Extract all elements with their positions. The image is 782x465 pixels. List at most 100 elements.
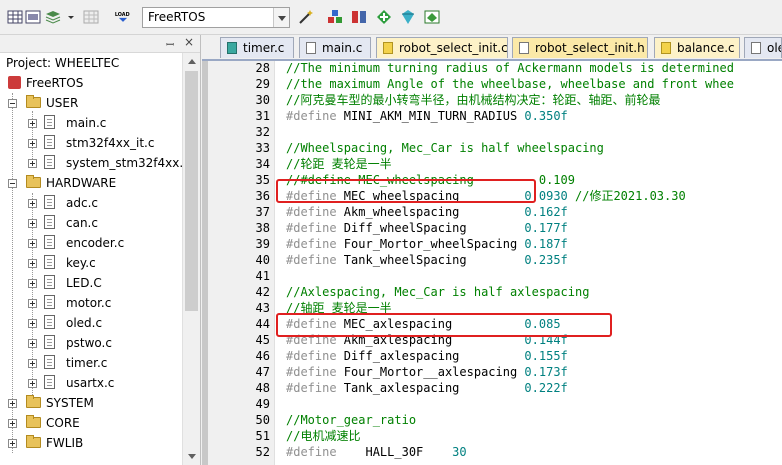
line-number: 50 — [255, 413, 270, 427]
tree-file[interactable]: adc.c — [0, 193, 180, 213]
tree-file[interactable]: can.c — [0, 213, 180, 233]
code-token: #define — [286, 109, 337, 123]
load-button[interactable]: LOAD — [114, 8, 136, 26]
code-line: //Motor_gear_ratio — [286, 412, 416, 428]
tree-file[interactable]: system_stm32f4xx.c — [0, 153, 182, 173]
window-icon[interactable] — [24, 8, 42, 26]
expand-icon[interactable] — [28, 319, 37, 328]
project-scrollbar[interactable] — [182, 53, 200, 465]
tab-robot-select-init-h[interactable]: robot_select_init.h — [512, 37, 648, 58]
code-token: //Motor_gear_ratio — [286, 413, 417, 427]
code-token: #define — [286, 221, 337, 235]
scrollbar-thumb[interactable] — [185, 71, 198, 311]
tree-file[interactable]: key.c — [0, 253, 180, 273]
tree-file[interactable]: oled.c — [0, 313, 180, 333]
target-select-value: FreeRTOS — [148, 10, 206, 24]
line-number: 43 — [255, 301, 270, 315]
line-number: 41 — [255, 269, 270, 283]
expand-icon[interactable] — [8, 399, 17, 408]
options-icon[interactable] — [423, 8, 441, 26]
code-line: #define Four_Mortor__axlespacing 0.173f — [286, 364, 568, 380]
green-diamond-icon[interactable] — [375, 8, 393, 26]
scroll-up-arrow[interactable] — [183, 53, 200, 70]
tree-file[interactable]: LED.C — [0, 273, 180, 293]
code-line: #define Tank_axlespacing 0.222f — [286, 380, 568, 396]
tree-file[interactable]: stm32f4xx_it.c — [0, 133, 180, 153]
c-file-icon — [227, 42, 237, 54]
file-icon — [44, 155, 55, 169]
expand-icon[interactable] — [28, 239, 37, 248]
code-editor[interactable]: 28 29 30 31 32 33 34 35 36 37 38 39 40 41 42 43 44 45 46 47… — [202, 61, 782, 465]
collapse-icon[interactable] — [8, 179, 17, 188]
code-token: //Axlespacing, Mec_Car is half axlespaci… — [286, 285, 590, 299]
chevron-down-icon[interactable] — [273, 8, 289, 27]
code-token: #define — [286, 349, 337, 363]
tree-file[interactable]: motor.c — [0, 293, 180, 313]
highlight-box-line-44 — [276, 313, 612, 337]
tree-file[interactable]: usartx.c — [0, 373, 180, 393]
toolbar: LOAD FreeRTOS — [0, 0, 782, 35]
project-target-icon — [8, 76, 21, 89]
tree-group-hardware[interactable]: HARDWARE — [0, 173, 180, 193]
gem-icon[interactable] — [399, 8, 417, 26]
target-select[interactable]: FreeRTOS — [142, 7, 290, 28]
tree-file[interactable]: main.c — [0, 113, 180, 133]
tree-root[interactable]: FreeRTOS — [0, 73, 180, 93]
line-number: 51 — [255, 429, 270, 443]
expand-icon[interactable] — [8, 439, 17, 448]
grid-disabled-icon[interactable] — [82, 8, 100, 26]
expand-icon[interactable] — [28, 139, 37, 148]
tree-group-label: CORE — [46, 416, 80, 430]
code-line: #define HALL_30F 30 — [286, 444, 467, 460]
file-icon — [44, 235, 55, 249]
expand-icon[interactable] — [28, 339, 37, 348]
expand-icon[interactable] — [28, 199, 37, 208]
code-line: #define Diff_axlespacing 0.155f — [286, 348, 568, 364]
expand-icon[interactable] — [28, 159, 37, 168]
code-line: //the maximum Angle of the wheelbase, wh… — [286, 76, 734, 92]
tree-group-fwlib[interactable]: FWLIB — [0, 433, 180, 453]
close-icon[interactable]: × — [184, 35, 194, 49]
collapse-icon[interactable] — [8, 99, 17, 108]
dropdown-arrow-icon[interactable] — [62, 8, 74, 26]
line-number: 28 — [255, 61, 270, 75]
magic-wand-icon[interactable] — [297, 8, 315, 26]
code-token: //修正2021.03.30 — [567, 189, 686, 203]
pin-icon[interactable]: ꟷ — [166, 37, 174, 51]
file-icon — [44, 215, 55, 229]
expand-icon[interactable] — [28, 299, 37, 308]
tab-robot-select-init-c[interactable]: robot_select_init.c — [376, 37, 508, 58]
expand-icon[interactable] — [28, 219, 37, 228]
tree-file[interactable]: timer.c — [0, 353, 180, 373]
expand-icon[interactable] — [28, 259, 37, 268]
expand-icon[interactable] — [28, 119, 37, 128]
expand-icon[interactable] — [28, 279, 37, 288]
code-token: Tank_wheelSpacing — [336, 253, 525, 267]
expand-icon[interactable] — [8, 419, 17, 428]
tree-group-system[interactable]: SYSTEM — [0, 393, 180, 413]
tab-balance-c[interactable]: balance.c — [654, 37, 740, 58]
tree-file[interactable]: pstwo.c — [0, 333, 180, 353]
tree-group-core[interactable]: CORE — [0, 413, 180, 433]
expand-icon[interactable] — [28, 359, 37, 368]
tab-main-c[interactable]: main.c — [299, 37, 371, 58]
project-title: Project: WHEELTEC — [6, 56, 120, 70]
expand-icon[interactable] — [28, 379, 37, 388]
line-number: 48 — [255, 381, 270, 395]
scroll-down-arrow[interactable] — [183, 448, 200, 465]
code-line: //Axlespacing, Mec_Car is half axlespaci… — [286, 284, 589, 300]
code-token: 0.173f — [524, 365, 568, 379]
file-icon — [44, 315, 55, 329]
stack-icon[interactable] — [44, 8, 62, 26]
tree-file[interactable]: encoder.c — [0, 233, 180, 253]
line-number: 30 — [255, 93, 270, 107]
tree-file-label: key.c — [66, 256, 96, 270]
grid-icon[interactable] — [6, 8, 24, 26]
tab-timer-c[interactable]: timer.c — [220, 37, 294, 58]
manage-components-icon[interactable] — [350, 8, 368, 26]
tree-group-user[interactable]: USER — [0, 93, 180, 113]
code-token: #define — [286, 237, 337, 251]
code-token: Tank_axlespacing — [336, 381, 525, 395]
tab-oled-c[interactable]: ole — [744, 37, 782, 58]
pack-installer-icon[interactable] — [326, 8, 344, 26]
